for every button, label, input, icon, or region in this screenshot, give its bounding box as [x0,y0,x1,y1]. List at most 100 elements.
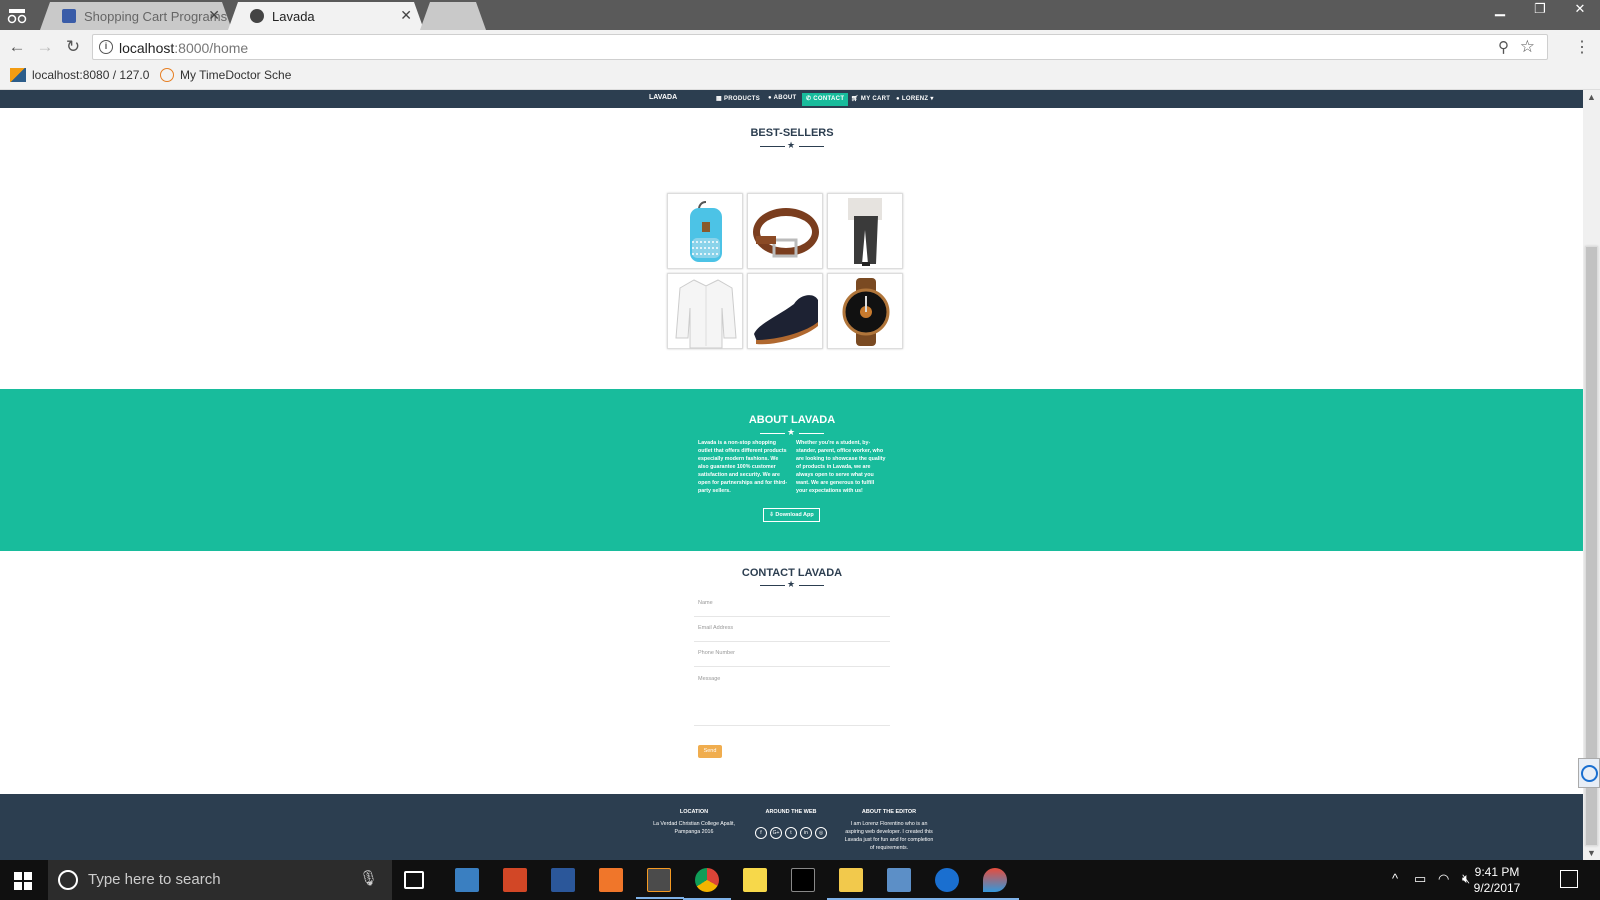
microphone-icon[interactable]: 🎙︎ [359,869,378,887]
star-divider: ★ [760,427,824,437]
product-backpack[interactable] [667,193,743,269]
product-belt[interactable] [747,193,823,269]
timedoctor-icon [160,68,174,82]
sublime-text-icon[interactable] [636,868,684,899]
footer-location-text: La Verdad Christian College Apalit, Pamp… [653,821,735,835]
tab-shopping-cart[interactable]: Shopping Cart Programs ✕ [40,2,232,30]
shoe-image [754,295,818,345]
network-app-icon[interactable] [875,868,923,900]
cortana-icon [58,870,78,890]
screen: Shopping Cart Programs ✕ Lavada ✕ ▁ ❐ ✕ … [0,0,1600,900]
zoom-icon[interactable]: ⚲ [1498,38,1509,56]
forward-icon[interactable]: → [34,36,56,58]
footer-editor-text: I am Lorenz Florentino who is an aspirin… [844,821,934,851]
new-tab-button[interactable] [420,2,486,30]
word-icon[interactable] [551,868,575,892]
teamviewer-badge[interactable] [1578,758,1600,788]
battery-icon[interactable]: ▭ [1414,871,1426,887]
facebook-icon[interactable]: f [755,827,767,839]
footer-editor-title: ABOUT THE EDITOR [861,809,917,815]
download-app-button[interactable]: ⇩ Download App [763,508,820,522]
star-divider: ★ [760,579,824,589]
close-tab-icon[interactable]: ✕ [208,7,220,24]
google-plus-icon[interactable]: G+ [770,827,782,839]
product-shoe[interactable] [747,273,823,349]
wifi-icon[interactable]: ◠ [1438,871,1449,887]
clock-time: 9:41 PM [1474,865,1520,879]
taskbar-search[interactable]: Type here to search 🎙︎ [48,860,392,900]
teamviewer-icon [1581,765,1598,782]
linkedin-icon[interactable]: in [800,827,812,839]
command-prompt-icon[interactable] [791,868,815,892]
send-button[interactable]: Send [698,745,722,758]
dribbble-icon[interactable]: ◎ [815,827,827,839]
nav-products[interactable]: ▦ PRODUCTS [716,95,760,102]
windows-start-icon[interactable] [14,872,32,890]
about-text-left: Lavada is a non-stop shopping outlet tha… [698,440,788,494]
phone-field[interactable]: Phone Number [694,650,890,667]
watch-image [842,278,890,346]
bookmark-timedoctor[interactable]: My TimeDoctor Sche [160,68,291,82]
shirt-image [675,279,737,349]
email-field[interactable]: Email Address [694,625,890,642]
product-pants[interactable] [827,193,903,269]
scrollbar-thumb[interactable] [1585,246,1598,846]
nav-contact[interactable]: ✆ CONTACT [802,93,849,106]
site-favicon-icon [250,9,264,23]
page-scrollbar[interactable]: ▲ ▼ [1583,90,1600,860]
tab-title: Shopping Cart Programs [84,9,228,24]
product-watch[interactable] [827,273,903,349]
site-footer: LOCATION La Verdad Christian College Apa… [0,794,1583,860]
site-navbar: LAVADA ▦ PRODUCTS ● ABOUT ✆ CONTACT 🛒︎ M… [0,90,1583,108]
windows-taskbar: Type here to search 🎙︎ ^ ▭ ◠ 🔇︎ 9:41 PM … [0,860,1600,900]
site-favicon-icon [62,9,76,23]
nav-user-menu[interactable]: ● LORENZ ▾ [896,95,934,102]
system-clock[interactable]: 9:41 PM 9/2/2017 [1465,864,1529,896]
maps-app-icon[interactable] [971,868,1019,900]
phpmyadmin-icon [10,68,26,82]
incognito-icon [7,9,27,24]
star-divider: ★ [760,140,824,150]
close-tab-icon[interactable]: ✕ [400,7,412,24]
task-view-icon[interactable] [404,871,424,889]
sticky-notes-icon[interactable] [743,868,767,892]
restore-icon[interactable]: ❐ [1520,0,1560,22]
name-field[interactable]: Name [694,600,890,617]
back-icon[interactable]: ← [6,36,28,58]
site-info-icon[interactable]: i [99,40,113,54]
product-shirt[interactable] [667,273,743,349]
backpack-image [690,201,722,262]
close-window-icon[interactable]: ✕ [1560,0,1600,22]
computer-app-icon[interactable] [455,868,479,892]
message-field[interactable]: Message [694,676,890,726]
nav-about[interactable]: ● ABOUT [768,95,797,101]
tab-lavada[interactable]: Lavada ✕ [228,2,424,30]
tab-title: Lavada [272,9,315,24]
minimize-icon[interactable]: ▁ [1480,0,1520,22]
action-center-icon[interactable] [1560,870,1578,888]
window-controls: ▁ ❐ ✕ [1480,0,1600,22]
browser-toolbar: ← → ↻ i localhost:8000/home ⚲ ☆ ⋮ [0,30,1600,64]
chrome-icon[interactable] [683,868,731,900]
bookmark-label: My TimeDoctor Sche [180,68,292,82]
file-explorer-icon[interactable] [827,868,875,900]
url-text: localhost:8000/home [119,40,249,56]
site-brand[interactable]: LAVADA [649,94,677,101]
powerpoint-icon[interactable] [503,868,527,892]
footer-web-title: AROUND THE WEB [765,809,817,815]
xampp-icon[interactable] [599,868,623,892]
teamviewer-taskbar-icon[interactable] [923,868,971,900]
browser-menu-icon[interactable]: ⋮ [1574,37,1590,57]
belt-image [753,208,819,258]
bookmark-phpmyadmin[interactable]: localhost:8080 / 127.0 [10,68,149,82]
bestsellers-title: BEST-SELLERS [750,127,834,139]
scroll-down-icon[interactable]: ▼ [1587,848,1596,858]
twitter-icon[interactable]: t [785,827,797,839]
scroll-up-icon[interactable]: ▲ [1587,92,1596,102]
tray-expand-icon[interactable]: ^ [1392,871,1398,886]
bookmark-star-icon[interactable]: ☆ [1520,37,1535,57]
nav-my-cart[interactable]: 🛒︎ MY CART [851,95,890,102]
clock-date: 9/2/2017 [1473,881,1521,895]
reload-icon[interactable]: ↻ [62,36,84,58]
address-bar[interactable]: i localhost:8000/home ⚲ ☆ [92,34,1548,60]
